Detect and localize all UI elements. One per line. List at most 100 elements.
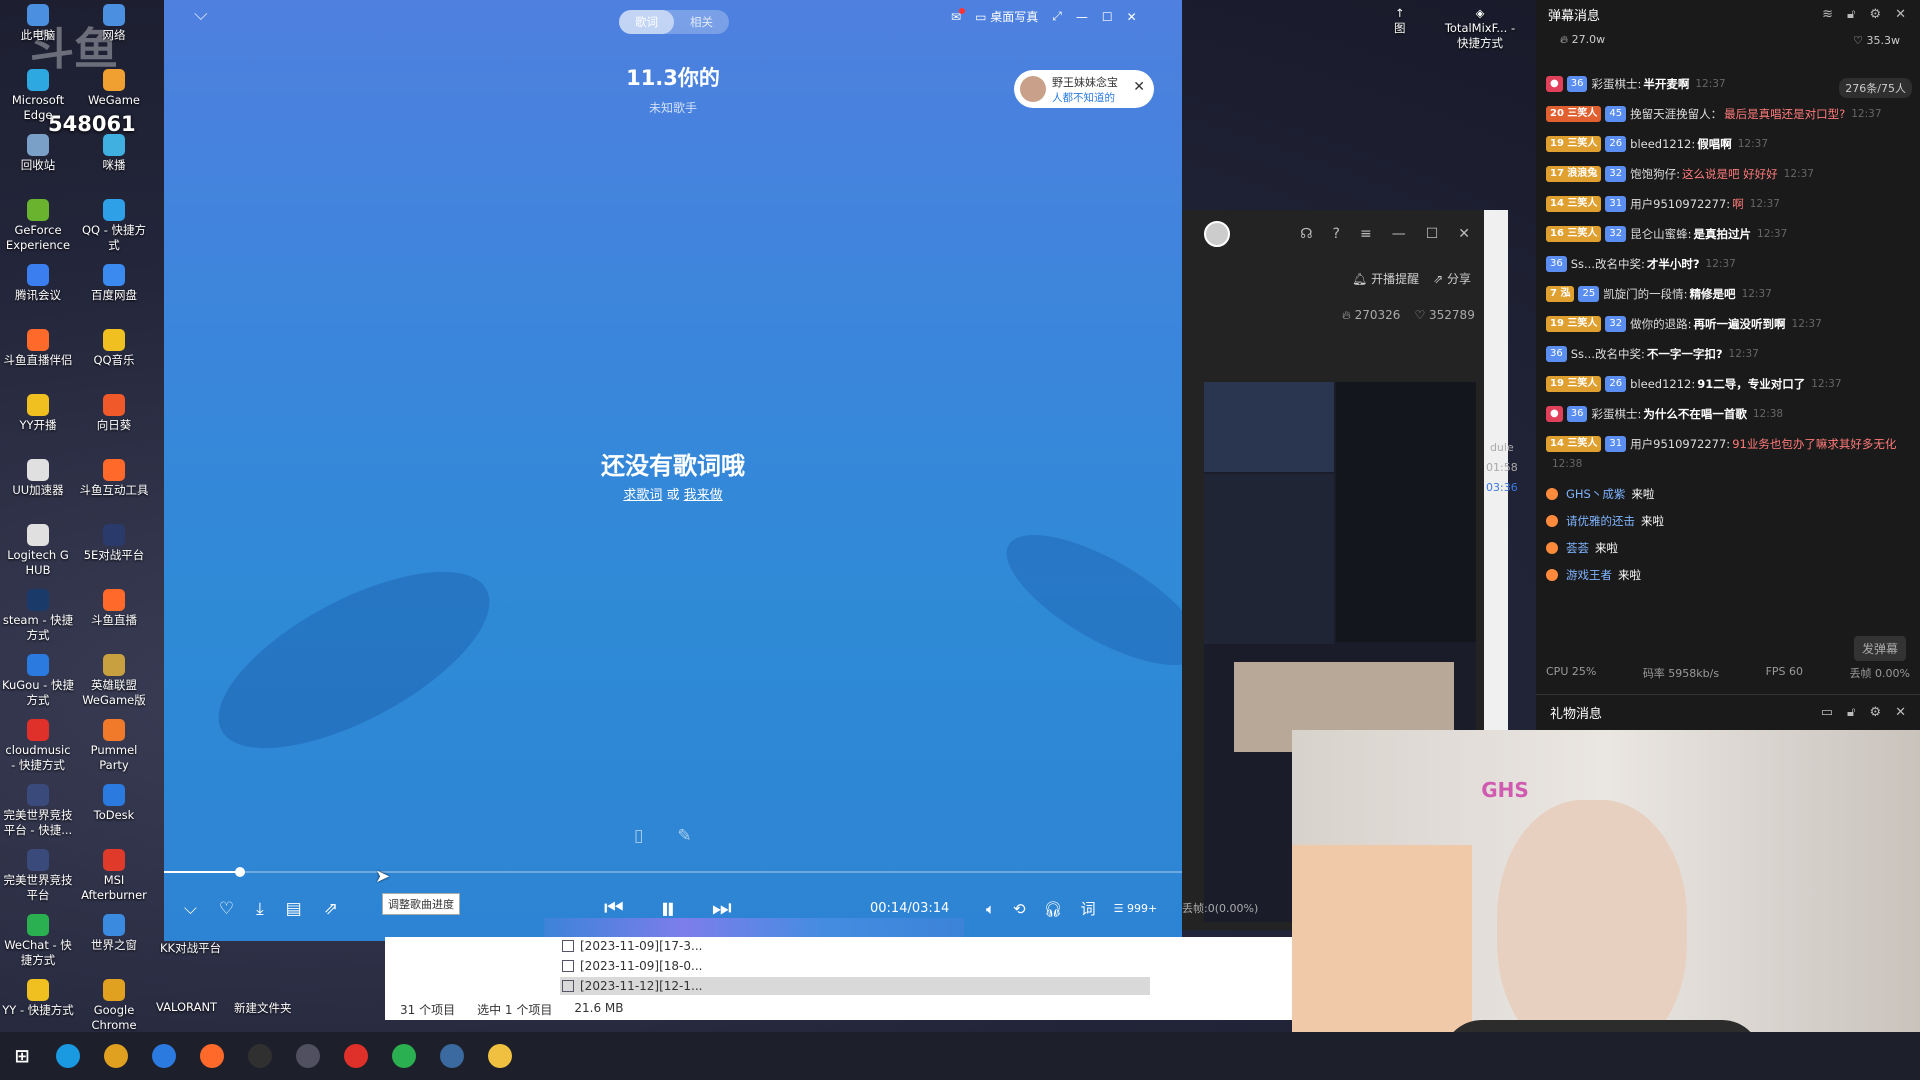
danmaku-message[interactable]: 7 泓 25 凯旋门的一段情: 精修是吧 12:37 <box>1546 284 1914 304</box>
desktop-icon[interactable]: WeGame <box>76 69 152 134</box>
danmaku-message[interactable]: 17 浪浪兔 32 饱饱狗仔: 这么说是吧 好好好 12:37 <box>1546 164 1914 184</box>
explorer-taskbar-icon[interactable] <box>488 1044 512 1068</box>
desktop-icon[interactable]: 完美世界竞技平台 - 快捷... <box>0 784 76 849</box>
help-icon[interactable]: ? <box>1333 226 1340 242</box>
desktop-icon-new-folder[interactable]: 新建文件夹 <box>234 1000 292 1016</box>
username[interactable]: 用户9510972277: <box>1630 434 1730 454</box>
wechat-taskbar-icon[interactable] <box>392 1044 416 1068</box>
entry-username[interactable]: 请优雅的还击 <box>1566 511 1635 531</box>
desktop-icon[interactable]: 咪播 <box>76 134 152 199</box>
avatar[interactable] <box>1204 221 1230 247</box>
desktop-icon[interactable]: QQ音乐 <box>76 329 152 394</box>
list-item[interactable]: [2023-11-09][18-0... <box>560 957 1150 975</box>
username[interactable]: 做你的退路: <box>1630 314 1691 334</box>
find-lyrics-link[interactable]: 求歌词 <box>623 488 662 503</box>
desktop-icon[interactable]: KuGou - 快捷方式 <box>0 654 76 719</box>
share-icon[interactable]: ⇗ <box>324 899 338 919</box>
fullscreen-icon[interactable]: ⤢ <box>1052 9 1062 24</box>
username[interactable]: 昆仑山蜜蜂: <box>1630 224 1691 244</box>
minimize-icon[interactable]: — <box>1076 10 1088 24</box>
douyu-taskbar-icon[interactable] <box>200 1044 224 1068</box>
clear-icon[interactable]: ▭ <box>1821 705 1833 720</box>
danmaku-message[interactable]: ● 36 彩蛋棋士: 为什么不在唱一首歌 12:38 <box>1546 404 1914 424</box>
danmaku-message[interactable]: 19 三笑人 26 bleed1212: 假唱啊 12:37 <box>1546 134 1914 154</box>
menu-icon[interactable]: ≡ <box>1360 226 1372 242</box>
app-taskbar-icon[interactable] <box>296 1044 320 1068</box>
desktop-icon-kk[interactable]: KK对战平台 <box>160 940 221 956</box>
danmaku-message[interactable]: 36 Ss...改名中奖: 不一字一字扣? 12:37 <box>1546 344 1914 364</box>
desktop-icon[interactable]: cloudmusic - 快捷方式 <box>0 719 76 784</box>
danmaku-message[interactable]: 19 三笑人 26 bleed1212: 91二导，专业对口了 12:37 <box>1546 374 1914 394</box>
lock-icon[interactable]: 🔓︎ <box>1847 7 1855 22</box>
copy-icon[interactable]: ▯ <box>634 826 643 846</box>
edge-taskbar-icon[interactable] <box>56 1044 80 1068</box>
desktop-icon[interactable]: MSI Afterburner <box>76 849 152 914</box>
desktop-icon[interactable]: Logitech G HUB <box>0 524 76 589</box>
collapse-chevron-icon[interactable]: ⌵ <box>194 4 208 25</box>
desktop-icon[interactable]: GeForce Experience <box>0 199 76 264</box>
pause-icon[interactable]: ⏸ <box>660 889 676 928</box>
danmaku-message[interactable]: 36 Ss...改名中奖: 才半小时? 12:37 <box>1546 254 1914 274</box>
entry-username[interactable]: 荟荟 <box>1566 538 1589 558</box>
download-icon[interactable]: ⤓ <box>256 899 264 919</box>
minimize-icon[interactable]: — <box>1392 226 1406 242</box>
tab-lyrics[interactable]: 歌词 <box>619 10 674 34</box>
send-danmaku-button[interactable]: 发弹幕 <box>1853 636 1906 661</box>
tab-related[interactable]: 相关 <box>674 10 729 34</box>
desktop-icon[interactable]: 完美世界竞技平台 <box>0 849 76 914</box>
desktop-icon[interactable]: UU加速器 <box>0 459 76 524</box>
netease-taskbar-icon[interactable] <box>344 1044 368 1068</box>
settings-icon[interactable]: ⚙ <box>1869 705 1881 720</box>
username[interactable]: 凯旋门的一段情: <box>1603 284 1687 304</box>
desktop-icon[interactable]: Google Chrome <box>76 979 152 1032</box>
collapse-icon[interactable]: ⌵ <box>184 899 197 919</box>
obs-taskbar-icon[interactable] <box>248 1044 272 1068</box>
desktop-icon[interactable]: YY开播 <box>0 394 76 459</box>
repeat-icon[interactable]: ⟲ <box>1013 900 1026 918</box>
next-icon[interactable]: ⏭ <box>712 896 732 921</box>
desktop-icon-right-1[interactable]: ↑ 图 <box>1394 6 1406 36</box>
desktop-icon[interactable]: 斗鱼直播 <box>76 589 152 654</box>
windows-start-icon[interactable]: ⊞ <box>12 1046 32 1067</box>
headphone-icon[interactable]: 🎧︎ <box>1044 900 1063 918</box>
make-lyrics-link[interactable]: 我来做 <box>684 488 723 503</box>
remind-button[interactable]: 🔔︎ 开播提醒 <box>1352 270 1419 287</box>
headset-icon[interactable]: ☊ <box>1300 226 1312 242</box>
maximize-icon[interactable]: ☐ <box>1102 10 1113 24</box>
username[interactable]: Ss...改名中奖: <box>1571 254 1645 274</box>
chrome-taskbar-icon[interactable] <box>104 1044 128 1068</box>
danmaku-message[interactable]: 16 三笑人 32 昆仑山蜜蜂: 是真拍过片 12:37 <box>1546 224 1914 244</box>
desktop-icon[interactable]: 向日葵 <box>76 394 152 459</box>
lock-icon[interactable]: 🔓︎ <box>1847 705 1855 720</box>
danmaku-message[interactable]: 14 三笑人 31 用户9510972277: 啊 12:37 <box>1546 194 1914 214</box>
desktop-icon[interactable]: 英雄联盟WeGame版 <box>76 654 152 719</box>
username[interactable]: 彩蛋棋士: <box>1591 74 1641 94</box>
filter-icon[interactable]: ≋ <box>1822 7 1833 22</box>
close-icon[interactable]: ✕ <box>1458 226 1470 242</box>
edit-lyrics-icon[interactable]: ✎ <box>677 826 691 846</box>
close-icon[interactable]: ✕ <box>1895 7 1906 22</box>
username[interactable]: 饱饱狗仔: <box>1630 164 1680 184</box>
kugou-taskbar-icon[interactable] <box>152 1044 176 1068</box>
close-icon[interactable]: ✕ <box>1895 705 1906 720</box>
desktop-icon[interactable]: QQ - 快捷方式 <box>76 199 152 264</box>
recommend-card[interactable]: 野王妹妹念宝 人都不知道的 ✕ <box>1014 70 1154 108</box>
list-item-selected[interactable]: [2023-11-12][12-1... <box>560 977 1150 995</box>
entry-username[interactable]: GHS丶成紫 <box>1566 484 1625 504</box>
desktop-icon[interactable]: YY - 快捷方式 <box>0 979 76 1032</box>
desktop-icon[interactable]: steam - 快捷方式 <box>0 589 76 654</box>
danmaku-message[interactable]: 19 三笑人 32 做你的退路: 再听一遍没听到啊 12:37 <box>1546 314 1914 334</box>
queue-button[interactable]: ☰ 999+ <box>1114 902 1158 915</box>
desktop-icon[interactable]: WeChat - 快捷方式 <box>0 914 76 979</box>
username[interactable]: bleed1212: <box>1630 134 1695 154</box>
close-icon[interactable]: ✕ <box>1127 10 1137 24</box>
desktop-icon[interactable]: 5E对战平台 <box>76 524 152 589</box>
share-button[interactable]: ⇗ 分享 <box>1433 270 1471 287</box>
comment-icon[interactable]: ▤ <box>286 899 302 919</box>
username[interactable]: 挽留天涯挽留人： <box>1630 104 1722 124</box>
desktop-icon-totalmix[interactable]: ◈ TotalMixF... - 快捷方式 <box>1440 6 1520 51</box>
maximize-icon[interactable]: ☐ <box>1426 226 1439 242</box>
desktop-icon[interactable]: Pummel Party <box>76 719 152 784</box>
settings-icon[interactable]: ⚙ <box>1869 7 1881 22</box>
desktop-photo-button[interactable]: ▭ 桌面写真 <box>975 8 1038 25</box>
